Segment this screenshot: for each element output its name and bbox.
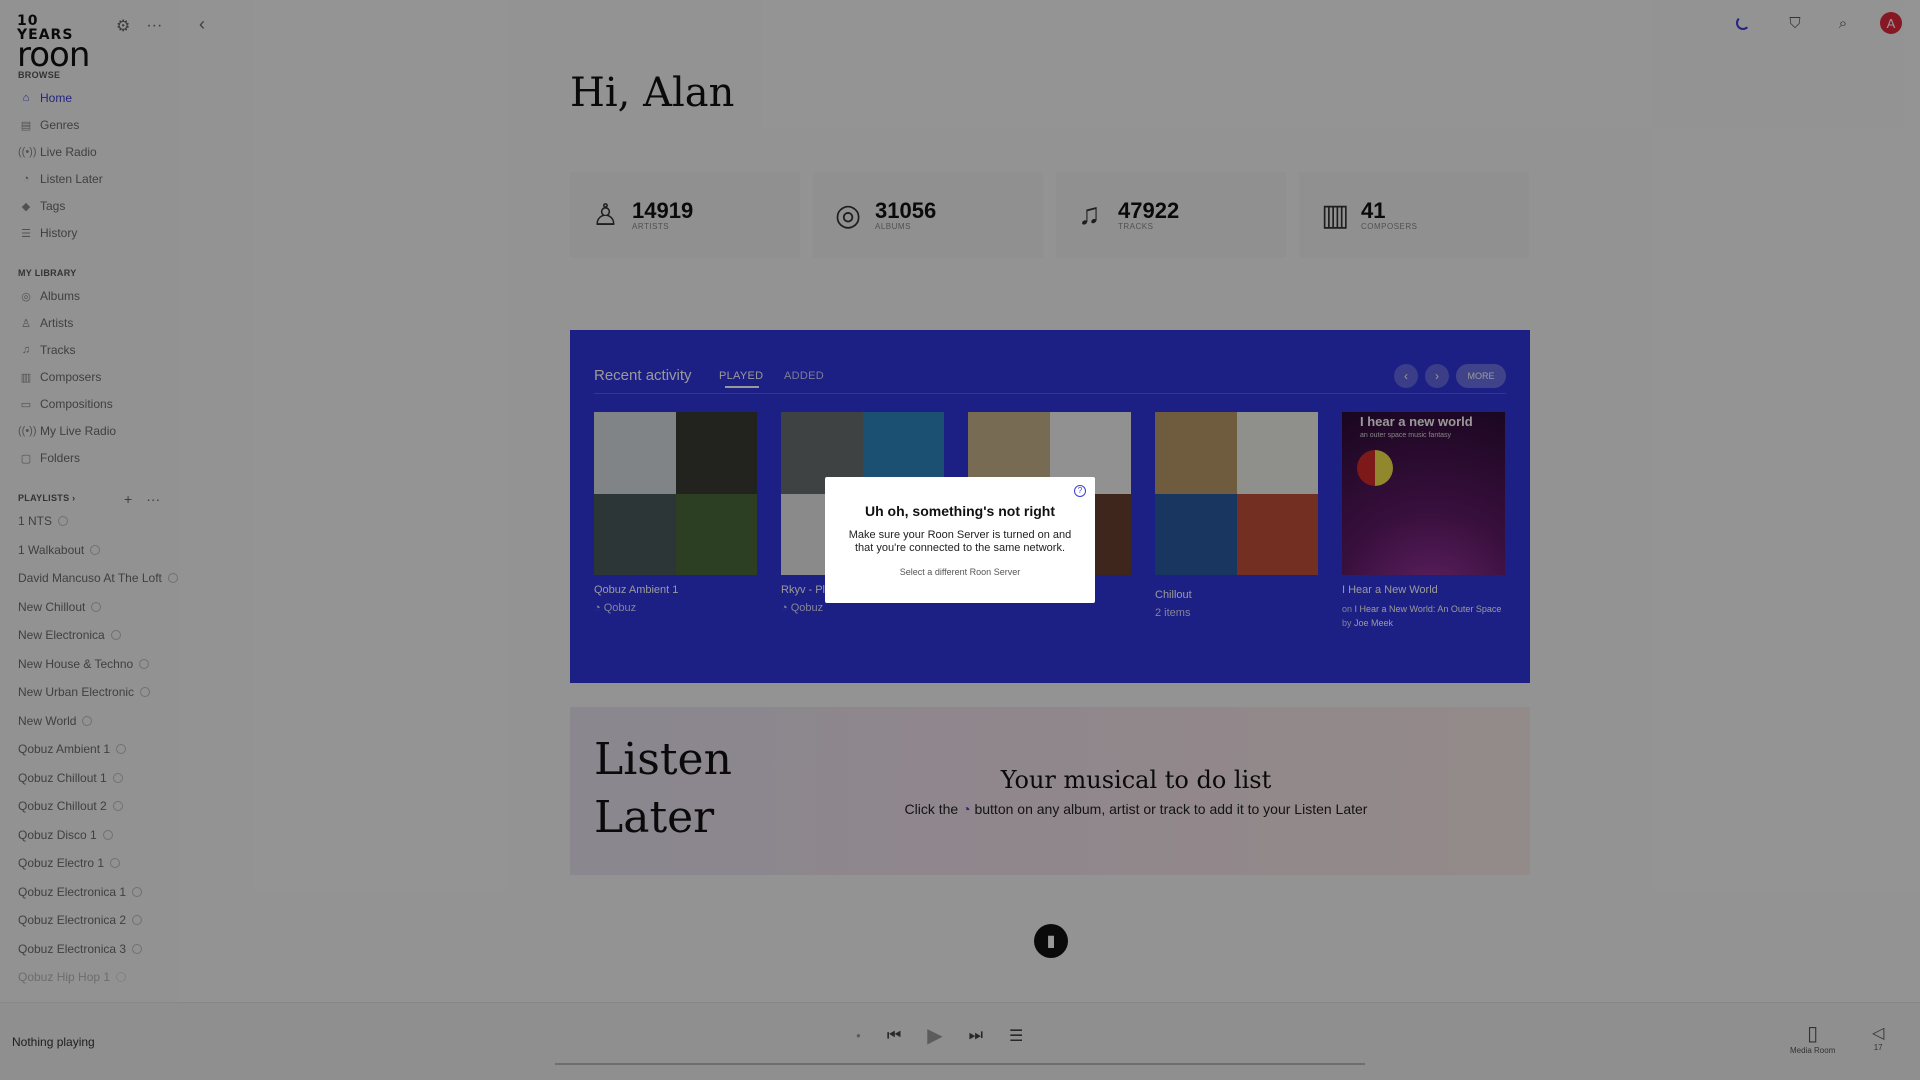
select-server-link[interactable]: Select a different Roon Server xyxy=(825,567,1095,577)
dialog-title: Uh oh, something's not right xyxy=(865,503,1055,519)
help-icon[interactable]: ? xyxy=(1074,485,1086,497)
connection-error-dialog: ? Uh oh, something's not right Make sure… xyxy=(825,477,1095,603)
dialog-message: Make sure your Roon Server is turned on … xyxy=(848,529,1072,554)
